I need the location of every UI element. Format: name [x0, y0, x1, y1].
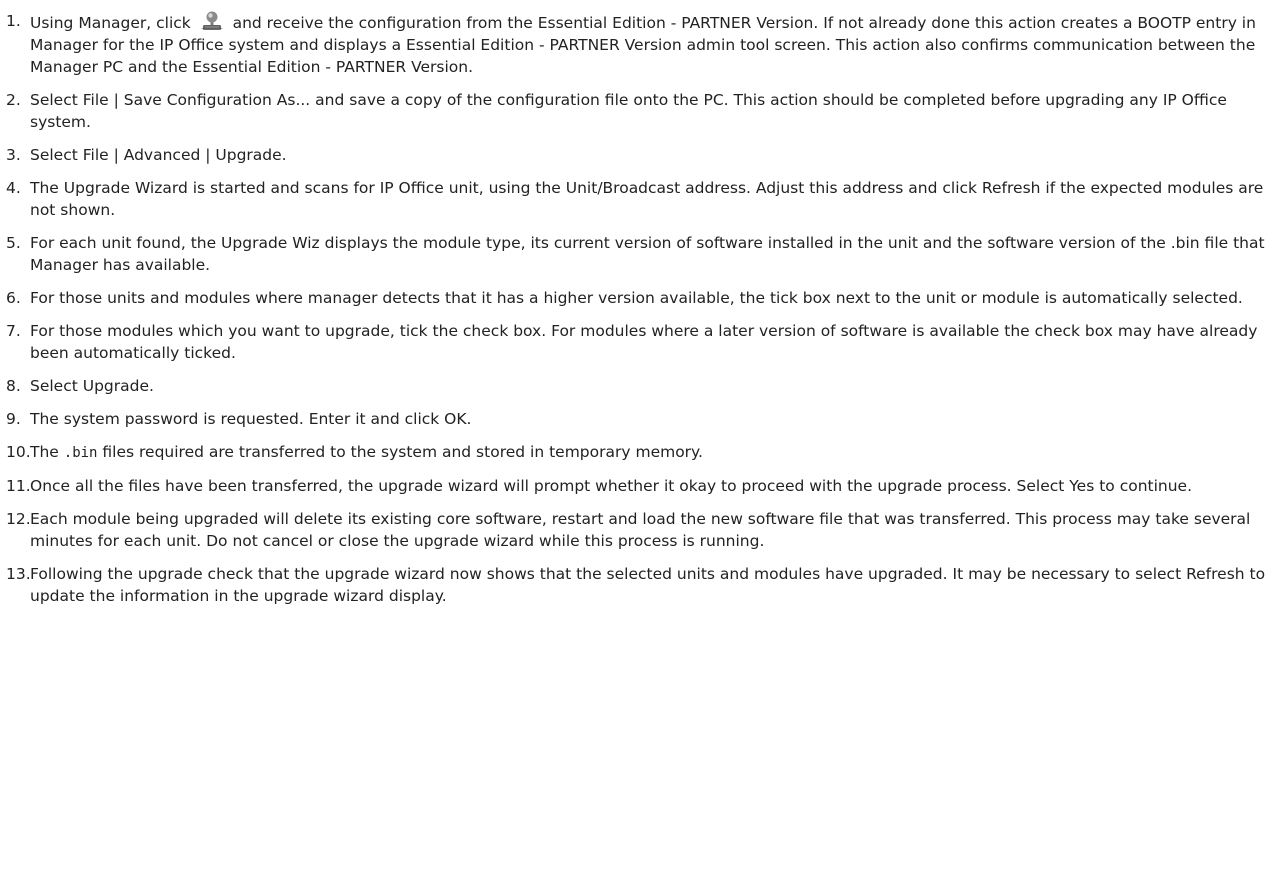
- step-number: 2.: [6, 91, 21, 109]
- step-text: Select File | Advanced | Upgrade.: [30, 146, 287, 164]
- step-text: The Upgrade Wizard is started and scans …: [30, 179, 1264, 219]
- step-2: 2. Select File | Save Configuration As..…: [6, 89, 1280, 133]
- step-number: 12.: [6, 510, 31, 528]
- step-3: 3. Select File | Advanced | Upgrade.: [6, 144, 1280, 166]
- step-5: 5. For each unit found, the Upgrade Wiz …: [6, 232, 1280, 276]
- step-number: 6.: [6, 289, 21, 307]
- step-number: 13.: [6, 565, 31, 583]
- step-6: 6. For those units and modules where man…: [6, 287, 1280, 309]
- step-text: Once all the files have been transferred…: [30, 477, 1193, 495]
- step-number: 7.: [6, 322, 21, 340]
- step-13: 13. Following the upgrade check that the…: [6, 563, 1280, 607]
- step-11: 11. Once all the files have been transfe…: [6, 475, 1280, 497]
- step-text-before-code: The: [30, 443, 64, 461]
- step-9: 9. The system password is requested. Ent…: [6, 408, 1280, 430]
- step-text: Following the upgrade check that the upg…: [30, 565, 1266, 605]
- step-number: 10.: [6, 443, 31, 461]
- step-number: 8.: [6, 377, 21, 395]
- step-text: Each module being upgraded will delete i…: [30, 510, 1251, 550]
- step-number: 3.: [6, 146, 21, 164]
- step-text: For those units and modules where manage…: [30, 289, 1243, 307]
- step-text: Select File | Save Configuration As... a…: [30, 91, 1227, 131]
- file-extension-code: .bin: [63, 445, 98, 461]
- step-number: 1.: [6, 12, 21, 30]
- step-8: 8. Select Upgrade.: [6, 375, 1280, 397]
- step-7: 7. For those modules which you want to u…: [6, 320, 1280, 364]
- step-text: The system password is requested. Enter …: [30, 410, 472, 428]
- step-4: 4. The Upgrade Wizard is started and sca…: [6, 177, 1280, 221]
- step-12: 12. Each module being upgraded will dele…: [6, 508, 1280, 552]
- step-10: 10. The .bin files required are transfer…: [6, 441, 1280, 464]
- step-text: Select Upgrade.: [30, 377, 154, 395]
- step-text-before-icon: Using Manager, click: [30, 14, 196, 32]
- upgrade-procedure-steps: 1. Using Manager, click and receive the …: [0, 0, 1280, 607]
- step-1: 1. Using Manager, click and receive the …: [6, 10, 1280, 78]
- step-text: For each unit found, the Upgrade Wiz dis…: [30, 234, 1265, 274]
- receive-configuration-icon[interactable]: [200, 10, 224, 32]
- step-number: 5.: [6, 234, 21, 252]
- step-text: For those modules which you want to upgr…: [30, 322, 1258, 362]
- step-number: 9.: [6, 410, 21, 428]
- step-text-after-code: files required are transferred to the sy…: [97, 443, 703, 461]
- step-number: 11.: [6, 477, 31, 495]
- step-number: 4.: [6, 179, 21, 197]
